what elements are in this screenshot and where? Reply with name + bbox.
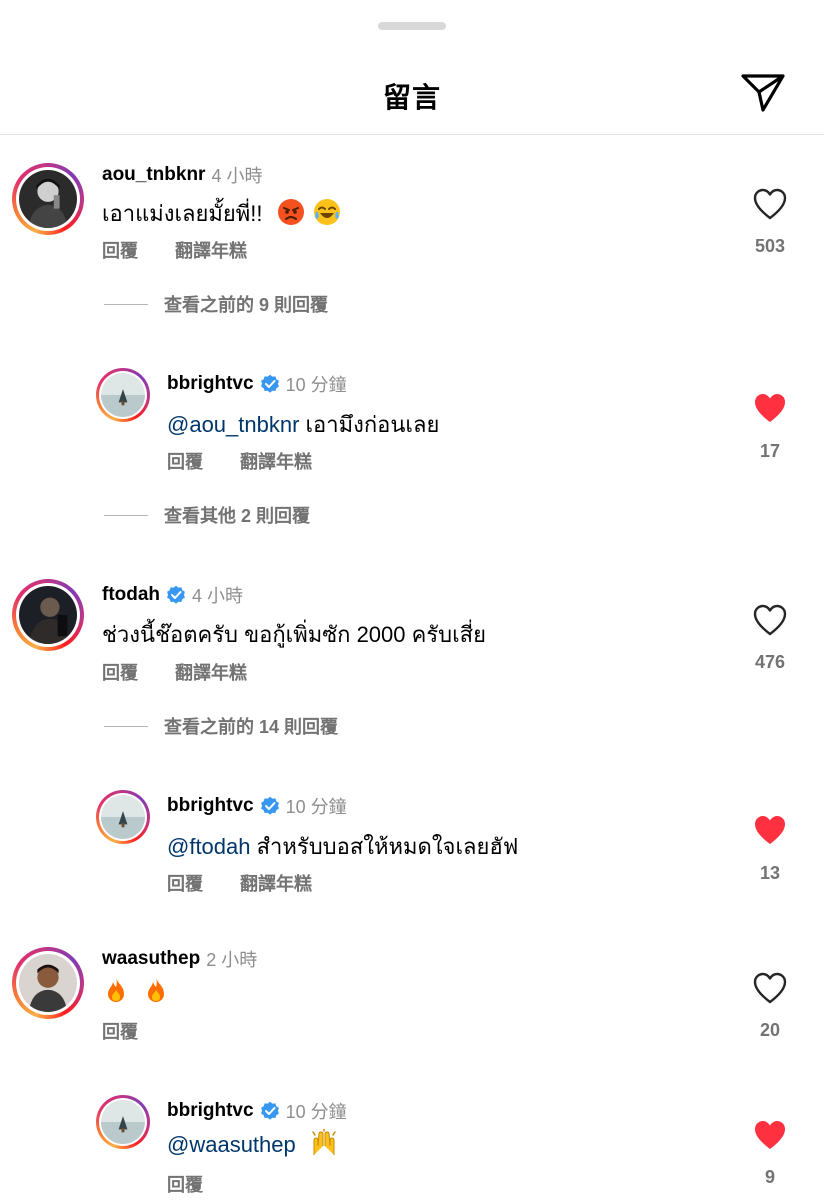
fire-emoji — [108, 978, 124, 1002]
reply-button[interactable]: 回覆 — [167, 452, 203, 472]
mention-link[interactable]: @ftodah — [167, 834, 251, 859]
reply-actions: 回覆 翻譯年糕 — [167, 870, 344, 896]
raising-hands-emoji — [312, 1129, 336, 1155]
timestamp: 10 分鐘 — [285, 375, 347, 395]
drag-handle[interactable] — [378, 22, 446, 30]
comment-text: เอาแม่งเลยมั้ยพี่!! — [102, 196, 341, 231]
timestamp: 10 分鐘 — [285, 797, 347, 817]
like-count: 503 — [754, 236, 786, 256]
send-icon[interactable] — [738, 68, 788, 114]
comment-header: ftodah 4 小時 — [102, 582, 243, 608]
avatar[interactable] — [12, 579, 84, 651]
heart-filled-icon[interactable] — [752, 391, 788, 425]
avatar[interactable] — [12, 947, 84, 1019]
comment-text — [102, 976, 170, 1005]
timestamp: 10 分鐘 — [285, 1102, 347, 1122]
heart-icon[interactable] — [752, 603, 788, 637]
avatar-photo — [101, 1100, 145, 1144]
verified-badge-icon — [260, 374, 279, 393]
like-count: 17 — [759, 441, 781, 461]
divider-line — [104, 514, 148, 516]
tears-of-joy-emoji — [313, 199, 340, 225]
comment-header: waasuthep 2 小時 — [102, 946, 257, 972]
avatar-photo — [101, 373, 145, 417]
translate-button[interactable]: 翻譯年糕 — [175, 663, 247, 683]
comments-sheet: 留言 aou_tnbknr 4 小時 เอาแม่งเลยมั้ยพี่!! 回… — [0, 0, 824, 1200]
translate-button[interactable]: 翻譯年糕 — [175, 241, 247, 261]
verified-badge-icon — [167, 585, 185, 604]
reply-button[interactable]: 回覆 — [167, 874, 203, 894]
comment-body: เอาแม่งเลยมั้ยพี่!! — [102, 201, 263, 226]
username[interactable]: bbrightvc — [167, 795, 254, 817]
heart-filled-icon[interactable] — [752, 813, 788, 847]
avatar-photo — [19, 586, 77, 644]
mention-link[interactable]: @aou_tnbknr — [167, 412, 299, 437]
reply-button[interactable]: 回覆 — [102, 241, 138, 261]
avatar[interactable] — [96, 368, 150, 422]
verified-badge-icon — [260, 1101, 279, 1120]
username[interactable]: bbrightvc — [167, 373, 254, 395]
view-more-replies[interactable]: 查看其他 2 則回覆 — [104, 502, 310, 528]
avatar-photo — [19, 170, 77, 228]
header-divider — [0, 134, 824, 135]
username[interactable]: aou_tnbknr — [102, 164, 205, 186]
timestamp: 4 小時 — [211, 166, 263, 186]
avatar[interactable] — [96, 1095, 150, 1149]
reply-header: bbrightvc 10 分鐘 — [167, 1098, 347, 1124]
like-count: 9 — [764, 1167, 775, 1187]
reply-text: @waasuthep — [167, 1129, 338, 1158]
reply-body: เอามึงก่อนเลย — [299, 412, 440, 437]
fire-emoji — [148, 978, 165, 1002]
reply-actions: 回覆 翻譯年糕 — [167, 448, 344, 474]
divider-line — [104, 725, 148, 727]
reply-text: @aou_tnbknr เอามึงก่อนเลย — [167, 407, 439, 442]
mention-link[interactable]: @waasuthep — [167, 1132, 296, 1157]
reply-button[interactable]: 回覆 — [167, 1175, 203, 1195]
view-previous-replies[interactable]: 查看之前的 14 則回覆 — [104, 713, 338, 739]
view-replies-label: 查看之前的 14 則回覆 — [164, 717, 339, 737]
heart-icon[interactable] — [752, 187, 788, 221]
avatar-photo — [19, 954, 77, 1012]
comment-actions: 回覆 翻譯年糕 — [102, 237, 279, 263]
reply-button[interactable]: 回覆 — [102, 1022, 138, 1042]
timestamp: 2 小時 — [206, 950, 258, 970]
avatar-photo — [101, 795, 145, 839]
view-previous-replies[interactable]: 查看之前的 9 則回覆 — [104, 291, 328, 317]
page-title: 留言 — [382, 82, 441, 113]
username[interactable]: bbrightvc — [167, 1100, 254, 1122]
like-count: 20 — [759, 1020, 781, 1040]
avatar[interactable] — [96, 790, 150, 844]
avatar[interactable] — [12, 163, 84, 235]
reply-button[interactable]: 回覆 — [102, 663, 138, 683]
comment-text: ช่วงนี้ช๊อตครับ ขอกู้เพิ่มซัก 2000 ครับเ… — [102, 622, 486, 647]
reply-text: @ftodah สำหรับบอสให้หมดใจเลยฮัฟ — [167, 829, 518, 864]
reply-actions: 回覆 — [167, 1171, 235, 1197]
comment-header: aou_tnbknr 4 小時 — [102, 162, 262, 188]
angry-face-emoji — [277, 199, 304, 225]
like-count: 13 — [759, 863, 781, 883]
view-more-label: 查看其他 2 則回覆 — [164, 506, 311, 526]
divider-line — [104, 303, 148, 305]
verified-badge-icon — [260, 796, 279, 815]
reply-body: สำหรับบอสให้หมดใจเลยฮัฟ — [250, 834, 519, 859]
like-count: 476 — [754, 652, 786, 672]
reply-header: bbrightvc 10 分鐘 — [167, 793, 347, 819]
timestamp: 4 小時 — [192, 586, 244, 606]
comment-actions: 回覆 翻譯年糕 — [102, 659, 279, 685]
username[interactable]: waasuthep — [102, 948, 200, 970]
comment-actions: 回覆 — [102, 1018, 170, 1044]
translate-button[interactable]: 翻譯年糕 — [240, 452, 312, 472]
heart-filled-icon[interactable] — [752, 1118, 788, 1152]
translate-button[interactable]: 翻譯年糕 — [240, 874, 312, 894]
username[interactable]: ftodah — [102, 584, 160, 606]
reply-header: bbrightvc 10 分鐘 — [167, 371, 347, 397]
view-replies-label: 查看之前的 9 則回覆 — [164, 295, 329, 315]
heart-icon[interactable] — [752, 971, 788, 1005]
